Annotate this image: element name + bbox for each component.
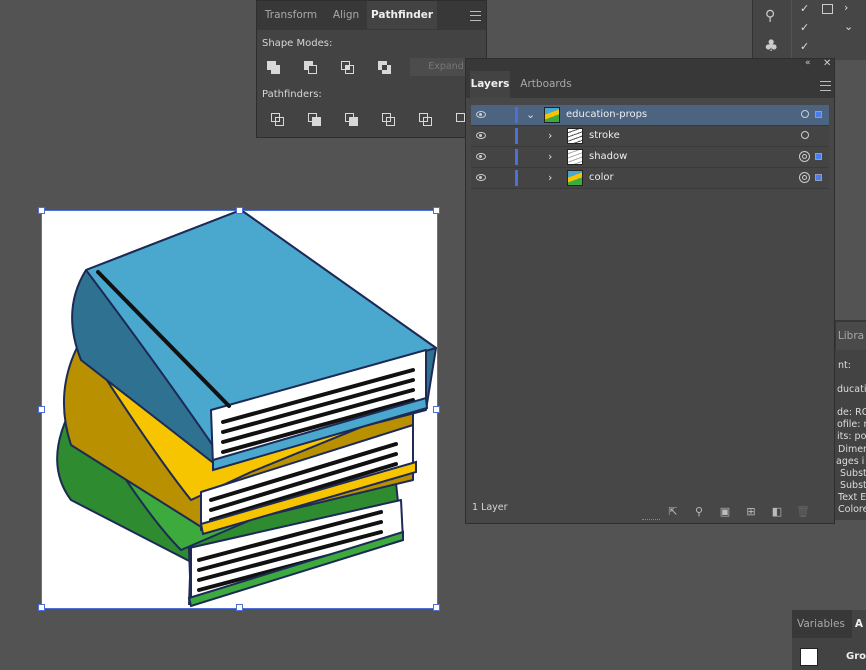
selected-art-indicator[interactable] <box>815 111 822 118</box>
locate-object-icon[interactable]: ⚲ <box>692 505 706 519</box>
panel-menu-icon[interactable] <box>470 11 481 21</box>
dialog-toggle-icon[interactable] <box>822 4 833 14</box>
chevron-right-icon[interactable]: › <box>548 147 552 167</box>
selection-handle[interactable] <box>38 406 45 413</box>
intersect-icon[interactable] <box>341 61 359 79</box>
doc-info-line: nt: <box>838 360 851 371</box>
selection-handle[interactable] <box>433 207 440 214</box>
doc-info-line: Colore <box>838 504 866 515</box>
doc-info-line: Subst <box>840 468 866 479</box>
layer-name[interactable]: color <box>589 168 614 188</box>
selected-art-indicator[interactable] <box>815 153 822 160</box>
clipping-mask-icon[interactable]: ▣ <box>718 505 732 519</box>
exclude-icon[interactable] <box>378 61 396 79</box>
tab-pathfinder[interactable]: Pathfinder <box>367 1 437 29</box>
tab-artboards[interactable]: Artboards <box>514 71 578 98</box>
layer-row-color[interactable]: › color <box>471 168 829 189</box>
doc-info-line: ducation <box>837 384 866 395</box>
layer-color-bar <box>515 170 518 186</box>
visibility-eye-icon[interactable] <box>476 174 486 181</box>
divide-icon[interactable] <box>271 113 289 131</box>
selection-bounding-box[interactable] <box>41 210 438 609</box>
selection-handle[interactable] <box>433 604 440 611</box>
actions-panel: ✓ ✓ ✓ › ⌄ <box>792 0 866 60</box>
visibility-eye-icon[interactable] <box>476 111 486 118</box>
chevron-right-icon[interactable]: › <box>548 168 552 188</box>
pathfinder-panel: Transform Align Pathfinder Shape Modes: … <box>256 0 487 138</box>
fill-swatch[interactable] <box>800 648 818 666</box>
appearance-group-label: Gro <box>846 651 866 662</box>
layer-row-education-props[interactable]: ⌄ education-props <box>471 105 829 126</box>
target-circle-icon[interactable] <box>801 131 809 139</box>
layer-name[interactable]: shadow <box>589 147 627 167</box>
artboard[interactable] <box>38 207 440 611</box>
tab-align[interactable]: Align <box>325 1 367 29</box>
merge-icon[interactable] <box>345 113 363 131</box>
export-icon[interactable]: ⇱ <box>666 505 680 519</box>
selection-handle[interactable] <box>433 406 440 413</box>
pathfinders-label: Pathfinders: <box>262 89 322 100</box>
selected-art-indicator[interactable] <box>815 174 822 181</box>
minus-front-icon[interactable] <box>304 61 322 79</box>
check-icon[interactable]: ✓ <box>800 2 809 15</box>
doc-info-line: Subst <box>840 480 866 491</box>
chevron-down-icon[interactable]: ⌄ <box>526 105 535 125</box>
visibility-eye-icon[interactable] <box>476 153 486 160</box>
doc-info-line: Dimer <box>838 444 866 455</box>
chevron-right-icon[interactable]: › <box>548 126 552 146</box>
layer-color-bar <box>515 128 518 144</box>
selection-handle[interactable] <box>236 604 243 611</box>
panel-menu-icon[interactable] <box>820 81 831 91</box>
delete-icon[interactable]: 🗑 <box>796 505 810 519</box>
doc-info-line: de: RG <box>837 407 866 418</box>
layer-thumbnail <box>567 128 583 144</box>
doc-info-line: ofile: no <box>837 419 866 430</box>
crop-icon[interactable] <box>382 113 400 131</box>
layer-thumbnail <box>567 170 583 186</box>
tab-appearance[interactable]: A <box>852 610 866 638</box>
trim-icon[interactable] <box>308 113 326 131</box>
chevron-down-icon[interactable]: ⌄ <box>844 20 853 33</box>
target-double-circle-icon[interactable] <box>799 151 810 162</box>
tab-transform[interactable]: Transform <box>257 1 325 29</box>
club-symbol-icon[interactable]: ♣ <box>764 36 778 55</box>
shape-modes-label: Shape Modes: <box>262 38 333 49</box>
visibility-eye-icon[interactable] <box>476 132 486 139</box>
variables-panel: Variables A Gro <box>792 610 866 670</box>
target-circle-icon[interactable] <box>801 110 809 118</box>
outline-icon[interactable] <box>419 113 437 131</box>
new-layer-icon[interactable]: ◧ <box>770 505 784 519</box>
chevron-right-icon[interactable]: › <box>844 1 848 14</box>
doc-info-line: ages i <box>836 456 865 467</box>
tab-layers[interactable]: Layers <box>470 71 510 98</box>
layer-thumbnail <box>567 149 583 165</box>
tab-libraries[interactable]: Libra <box>836 322 866 350</box>
close-icon[interactable]: ✕ <box>823 58 831 69</box>
check-icon[interactable]: ✓ <box>800 40 809 53</box>
selection-handle[interactable] <box>236 207 243 214</box>
layer-color-bar <box>515 149 518 165</box>
target-double-circle-icon[interactable] <box>799 172 810 183</box>
resize-grip[interactable] <box>642 519 660 523</box>
collapse-icon[interactable]: « <box>805 58 811 68</box>
unite-icon[interactable] <box>267 61 285 79</box>
layer-row-shadow[interactable]: › shadow <box>471 147 829 168</box>
check-icon[interactable]: ✓ <box>800 21 809 34</box>
layers-footer-count: 1 Layer <box>472 502 508 513</box>
layer-name[interactable]: stroke <box>589 126 620 146</box>
tab-variables[interactable]: Variables <box>792 610 850 638</box>
new-sublayer-icon[interactable]: ⊞ <box>744 505 758 519</box>
layer-row-stroke[interactable]: › stroke <box>471 126 829 147</box>
layer-thumbnail <box>544 107 560 123</box>
layer-name[interactable]: education-props <box>566 105 647 125</box>
symbol-sprayer-icon[interactable]: ⚲ <box>765 8 775 24</box>
doc-info-line: Text E <box>838 492 866 503</box>
doc-info-line: its: poi <box>837 431 866 442</box>
selection-handle[interactable] <box>38 207 45 214</box>
layer-color-bar <box>515 107 518 123</box>
selection-handle[interactable] <box>38 604 45 611</box>
